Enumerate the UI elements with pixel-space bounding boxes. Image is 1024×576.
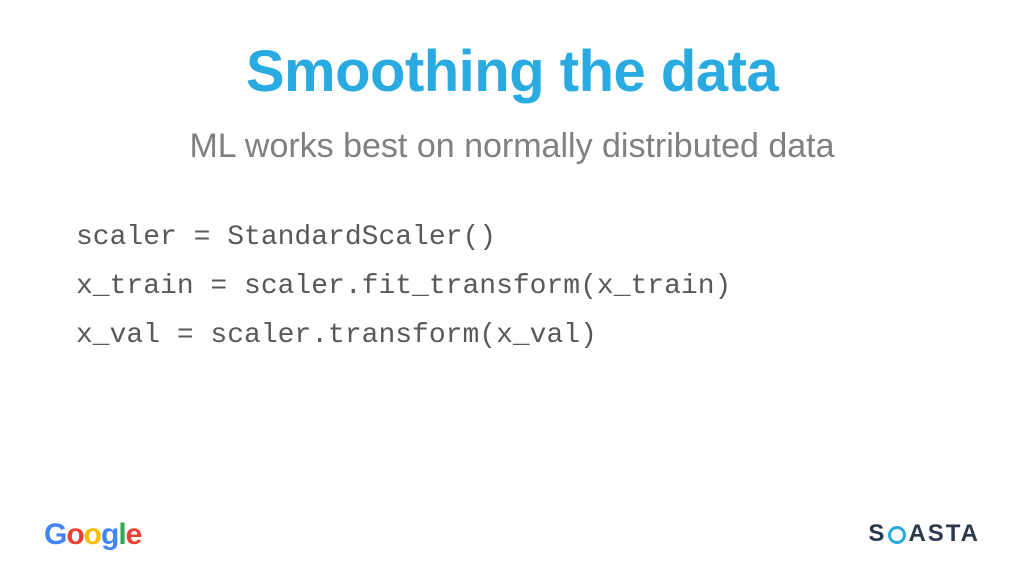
logo-letter: e xyxy=(126,518,142,551)
logo-letter: S xyxy=(868,520,886,548)
code-line: x_train = scaler.fit_transform(x_train) xyxy=(76,265,954,310)
footer: Google S ASTA xyxy=(0,502,1024,552)
code-block: scaler = StandardScaler() x_train = scal… xyxy=(70,216,954,358)
logo-letter: G xyxy=(44,518,66,551)
logo-letter: o xyxy=(66,518,83,551)
google-logo: Google xyxy=(44,518,141,552)
logo-letter: l xyxy=(118,518,125,551)
logo-letter: ASTA xyxy=(908,520,980,548)
code-line: x_val = scaler.transform(x_val) xyxy=(76,314,954,359)
code-line: scaler = StandardScaler() xyxy=(76,216,954,261)
slide-container: Smoothing the data ML works best on norm… xyxy=(0,0,1024,576)
logo-letter: g xyxy=(101,518,118,551)
circle-icon xyxy=(888,526,906,544)
soasta-logo: S ASTA xyxy=(868,520,980,548)
slide-subtitle: ML works best on normally distributed da… xyxy=(70,127,954,166)
slide-title: Smoothing the data xyxy=(70,38,954,105)
logo-letter: o xyxy=(84,518,101,551)
